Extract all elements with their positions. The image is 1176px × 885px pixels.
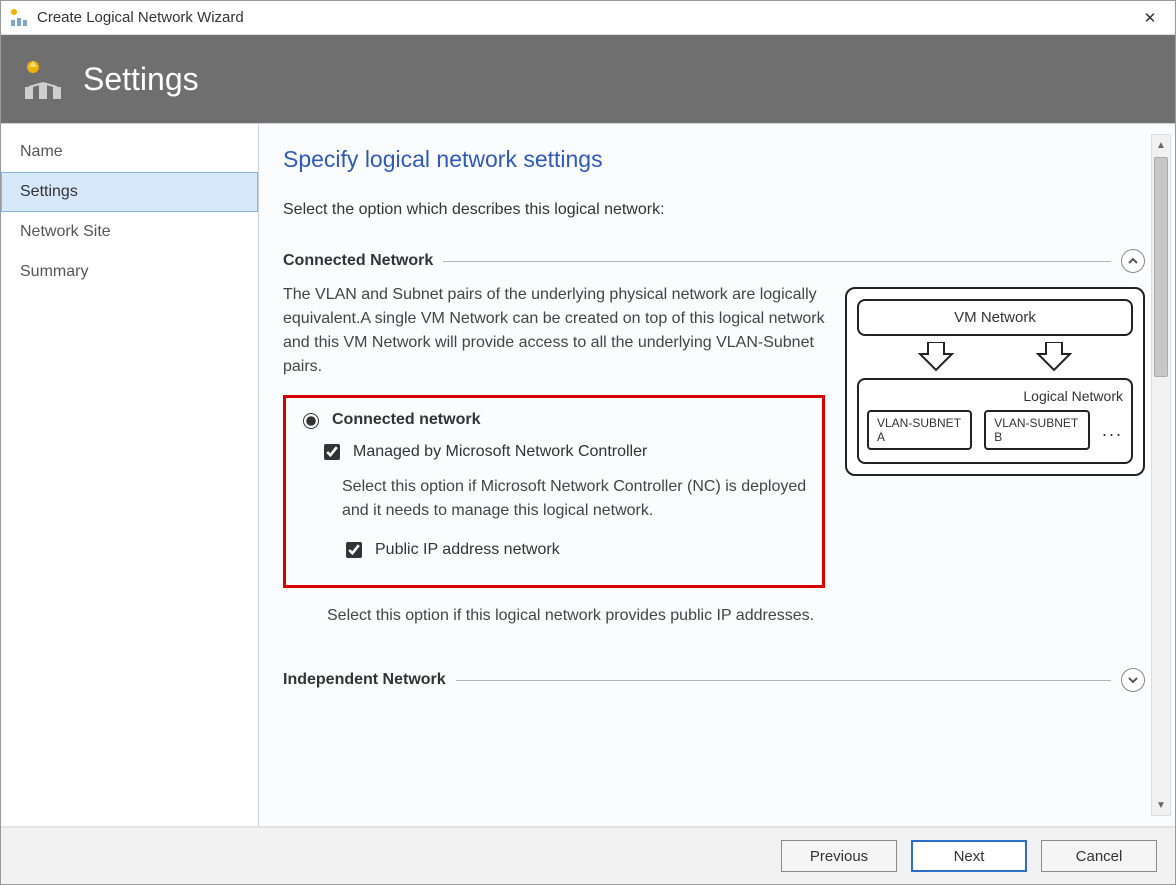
diagram-vm-network: VM Network	[857, 299, 1133, 336]
independent-network-title: Independent Network	[283, 671, 446, 689]
collapse-connected-button[interactable]	[1121, 249, 1145, 273]
network-diagram: VM Network Logical Network VLAN-SUBNET A	[845, 287, 1145, 476]
independent-network-header: Independent Network	[283, 668, 1145, 692]
diagram-logical-label: Logical Network	[867, 388, 1123, 404]
scroll-up-icon[interactable]: ▲	[1152, 135, 1170, 155]
close-icon[interactable]: ✕	[1133, 9, 1167, 27]
app-icon	[9, 8, 29, 28]
expand-independent-button[interactable]	[1121, 668, 1145, 692]
public-ip-desc: Select this option if this logical netwo…	[327, 604, 825, 628]
window-title: Create Logical Network Wizard	[37, 9, 1133, 26]
cancel-button[interactable]: Cancel	[1041, 840, 1157, 872]
chevron-up-icon	[1127, 255, 1139, 267]
managed-desc: Select this option if Microsoft Network …	[342, 475, 810, 523]
connected-network-header: Connected Network	[283, 249, 1145, 273]
header-band: Settings	[1, 35, 1175, 123]
content-pane: Specify logical network settings Select …	[259, 124, 1175, 826]
diagram-subnet-b: VLAN-SUBNET B	[984, 410, 1090, 450]
page-heading: Settings	[83, 61, 199, 98]
diagram-ellipsis: ...	[1102, 420, 1123, 441]
managed-checkbox[interactable]	[324, 444, 340, 460]
divider	[456, 680, 1111, 681]
connected-network-radio-row[interactable]: Connected network	[298, 410, 810, 429]
connected-intro: The VLAN and Subnet pairs of the underly…	[283, 283, 825, 379]
public-ip-checkbox[interactable]	[346, 542, 362, 558]
highlighted-options: Connected network Managed by Microsoft N…	[283, 395, 825, 588]
connected-network-title: Connected Network	[283, 252, 433, 270]
next-button[interactable]: Next	[911, 840, 1027, 872]
scroll-down-icon[interactable]: ▼	[1152, 795, 1170, 815]
managed-checkbox-label: Managed by Microsoft Network Controller	[353, 443, 647, 461]
content-title: Specify logical network settings	[283, 146, 1145, 173]
lead-text: Select the option which describes this l…	[283, 201, 1145, 219]
connected-network-radio[interactable]	[303, 413, 319, 429]
diagram-arrows	[877, 342, 1113, 372]
public-ip-checkbox-label: Public IP address network	[375, 541, 560, 559]
diagram-logical-network: Logical Network VLAN-SUBNET A VLAN-SUBNE…	[857, 378, 1133, 464]
arrow-down-icon	[1034, 342, 1074, 372]
previous-button[interactable]: Previous	[781, 840, 897, 872]
public-ip-checkbox-row[interactable]: Public IP address network	[342, 539, 810, 561]
scrollbar-thumb[interactable]	[1154, 157, 1168, 377]
divider	[443, 261, 1111, 262]
sidebar-item-summary[interactable]: Summary	[1, 252, 258, 292]
arrow-down-icon	[916, 342, 956, 372]
chevron-down-icon	[1127, 674, 1139, 686]
footer: Previous Next Cancel	[1, 826, 1175, 884]
sidebar: Name Settings Network Site Summary	[1, 124, 259, 826]
diagram-subnet-a: VLAN-SUBNET A	[867, 410, 972, 450]
sidebar-item-name[interactable]: Name	[1, 132, 258, 172]
managed-checkbox-row[interactable]: Managed by Microsoft Network Controller	[320, 441, 810, 463]
titlebar: Create Logical Network Wizard ✕	[1, 1, 1175, 35]
scrollbar[interactable]: ▲ ▼	[1151, 134, 1171, 816]
sidebar-item-settings[interactable]: Settings	[1, 172, 258, 212]
sidebar-item-network-site[interactable]: Network Site	[1, 212, 258, 252]
connected-network-radio-label: Connected network	[332, 411, 480, 429]
network-icon	[21, 57, 65, 101]
